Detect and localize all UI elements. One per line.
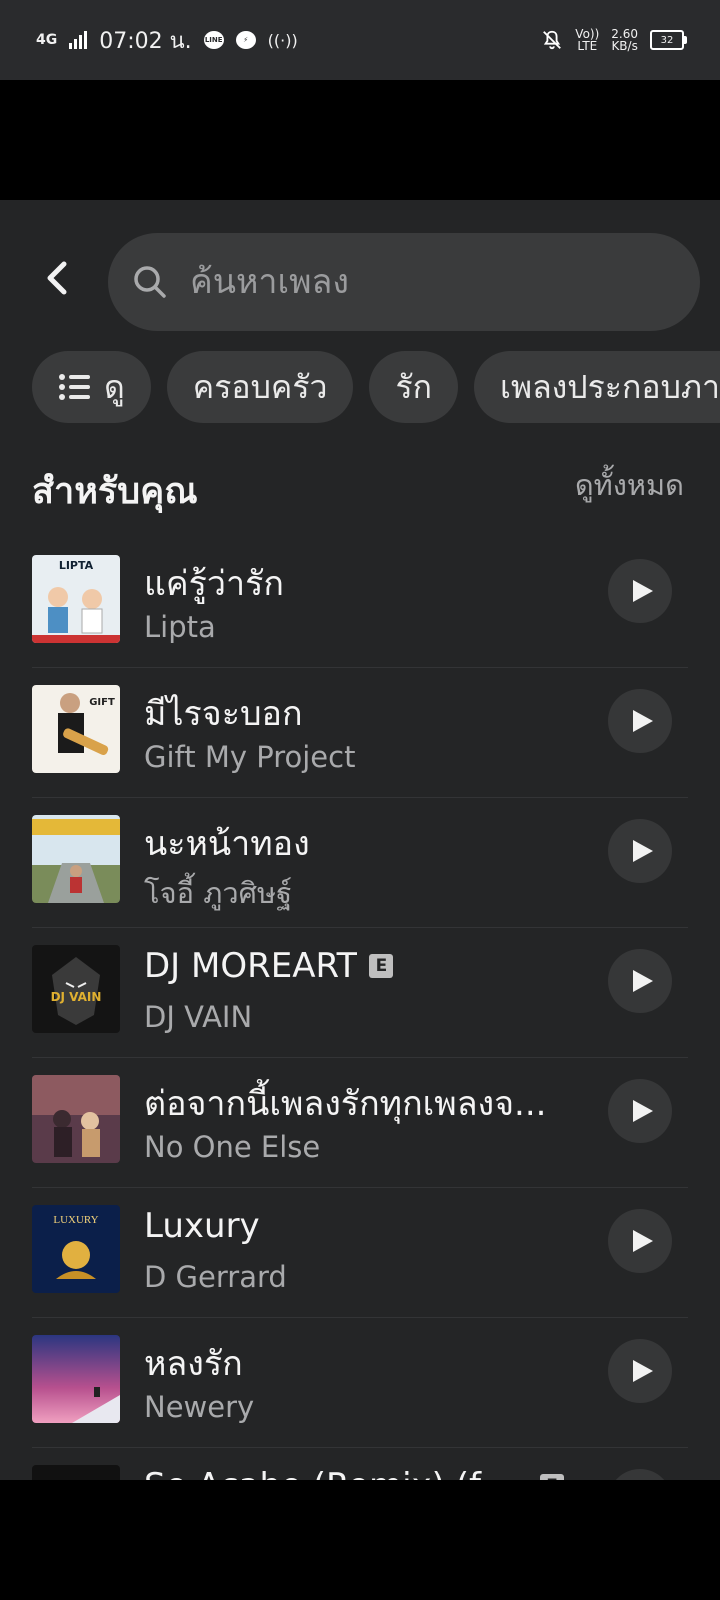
- speed-unit: KB/s: [611, 39, 638, 53]
- song-title-text: DJ MOREART: [144, 946, 358, 986]
- battery-level: 32: [660, 34, 674, 46]
- song-title: ต่อจากนี้เพลงรักทุกเพลงจ...: [144, 1076, 546, 1130]
- song-artist: DJ VAIN: [144, 1000, 253, 1034]
- song-title-text: ต่อจากนี้เพลงรักทุกเพลงจ...: [144, 1084, 547, 1124]
- song-title-text: แค่รู้ว่ารัก: [144, 564, 284, 604]
- status-bar: 4G 07:02 น. LINE ⚡ ((·)) Vo)) LTE 2.60 K…: [0, 0, 720, 80]
- song-row[interactable]: ต่อจากนี้เพลงรักทุกเพลงจ... No One Else: [32, 1058, 688, 1188]
- song-title: มีไรจะบอก: [144, 686, 303, 740]
- album-art: [32, 1335, 120, 1423]
- play-button[interactable]: [608, 1079, 672, 1143]
- album-art: GIFT: [32, 685, 120, 773]
- play-button[interactable]: [608, 559, 672, 623]
- song-artist: โจอี้ ภูวศิษฐ์: [144, 876, 293, 910]
- play-button[interactable]: [608, 1469, 672, 1480]
- chip-label: ดู: [104, 367, 125, 406]
- song-row[interactable]: หลงรัก Newery: [32, 1318, 688, 1448]
- chip-browse[interactable]: ดู: [32, 351, 151, 423]
- song-title: หลงรัก: [144, 1336, 243, 1390]
- back-button[interactable]: [40, 258, 76, 298]
- messenger-icon: ⚡: [235, 31, 256, 49]
- status-bar-right: Vo)) LTE 2.60 KB/s 32: [541, 28, 687, 52]
- play-icon: [633, 970, 653, 992]
- play-icon: [633, 840, 653, 862]
- see-all-link[interactable]: ดูทั้งหมด: [575, 462, 684, 508]
- mute-notification-icon: [543, 30, 562, 50]
- volte-indicator: Vo)) LTE: [575, 28, 599, 52]
- song-artist: Gift My Project: [144, 740, 356, 774]
- top-black-band: [0, 80, 720, 200]
- chip-love[interactable]: รัก: [369, 351, 459, 423]
- song-artist: Newery: [144, 1390, 255, 1424]
- song-artist: Lipta: [144, 610, 216, 644]
- network-speed: 2.60 KB/s: [611, 28, 638, 52]
- battery-icon: 32: [650, 30, 687, 50]
- explicit-badge: E: [369, 954, 394, 978]
- song-title-text: มีไรจะบอก: [144, 694, 303, 734]
- chip-label: เพลงประกอบภาพยนตร์: [500, 367, 720, 406]
- network-type: 4G: [36, 32, 58, 48]
- song-title-text: Se Acabo (Remix) (feat...: [144, 1466, 528, 1480]
- category-chips: ดู ครอบครัว รัก เพลงประกอบภาพยนตร์: [32, 351, 720, 423]
- album-art: [32, 1465, 120, 1480]
- song-title-text: หลงรัก: [144, 1344, 243, 1384]
- list-icon: [59, 374, 90, 400]
- song-row[interactable]: นะหน้าทอง โจอี้ ภูวศิษฐ์: [32, 798, 688, 928]
- song-row[interactable]: LUXURY Luxury D Gerrard: [32, 1188, 688, 1318]
- chip-label: รัก: [395, 367, 433, 406]
- play-icon: [633, 1360, 653, 1382]
- volte-bottom: LTE: [577, 39, 598, 53]
- album-art: [32, 1075, 120, 1163]
- song-row[interactable]: Se Acabo (Remix) (feat... E: [32, 1448, 688, 1480]
- song-list: LIPTA แค่รู้ว่ารัก Lipta GIFT มีไรจะบอก …: [0, 538, 720, 1480]
- song-title-text: นะหน้าทอง: [144, 824, 310, 864]
- search-bar[interactable]: [108, 233, 700, 331]
- play-icon: [633, 1230, 653, 1252]
- song-title: แค่รู้ว่ารัก: [144, 556, 284, 610]
- hotspot-icon: ((·)): [267, 30, 298, 50]
- art-text-gift: GIFT: [89, 697, 115, 708]
- song-row[interactable]: DJ VAIN DJ MOREART E DJ VAIN: [32, 928, 688, 1058]
- chip-label: ครอบครัว: [192, 367, 328, 406]
- play-icon: [633, 1100, 653, 1122]
- search-input[interactable]: [188, 261, 672, 303]
- song-title: Luxury: [144, 1206, 260, 1246]
- song-title: DJ MOREART E: [144, 946, 394, 986]
- album-art: DJ VAIN: [32, 945, 120, 1033]
- music-picker-panel: ดู ครอบครัว รัก เพลงประกอบภาพยนตร์ สำหรั…: [0, 200, 720, 1480]
- song-title-text: Luxury: [144, 1206, 260, 1246]
- play-button[interactable]: [608, 689, 672, 753]
- song-artist: D Gerrard: [144, 1260, 287, 1294]
- song-title: Se Acabo (Remix) (feat... E: [144, 1466, 564, 1480]
- art-text-luxury: LUXURY: [53, 1214, 98, 1226]
- play-button[interactable]: [608, 819, 672, 883]
- line-app-icon: LINE: [203, 31, 224, 49]
- play-button[interactable]: [608, 1209, 672, 1273]
- chip-family[interactable]: ครอบครัว: [166, 351, 354, 423]
- signal-icon: [69, 31, 88, 49]
- song-row[interactable]: GIFT มีไรจะบอก Gift My Project: [32, 668, 688, 798]
- play-button[interactable]: [608, 949, 672, 1013]
- search-icon: [134, 266, 166, 298]
- album-art: LIPTA: [32, 555, 120, 643]
- clock: 07:02 น.: [99, 28, 192, 54]
- song-row[interactable]: LIPTA แค่รู้ว่ารัก Lipta: [32, 538, 688, 668]
- album-art: [32, 815, 120, 903]
- art-text-dj-vain: DJ VAIN: [51, 990, 102, 1004]
- play-button[interactable]: [608, 1339, 672, 1403]
- song-artist: No One Else: [144, 1130, 321, 1164]
- play-icon: [633, 580, 653, 602]
- section-title: สำหรับคุณ: [32, 471, 198, 512]
- chip-soundtrack[interactable]: เพลงประกอบภาพยนตร์: [474, 351, 720, 423]
- bottom-black-band: [0, 1480, 720, 1600]
- art-text-lipta: LIPTA: [59, 559, 94, 572]
- status-bar-left: 4G 07:02 น. LINE ⚡ ((·)): [36, 23, 298, 58]
- album-art: LUXURY: [32, 1205, 120, 1293]
- play-icon: [633, 710, 653, 732]
- song-title: นะหน้าทอง: [144, 816, 310, 870]
- back-arrow-icon: [47, 261, 67, 295]
